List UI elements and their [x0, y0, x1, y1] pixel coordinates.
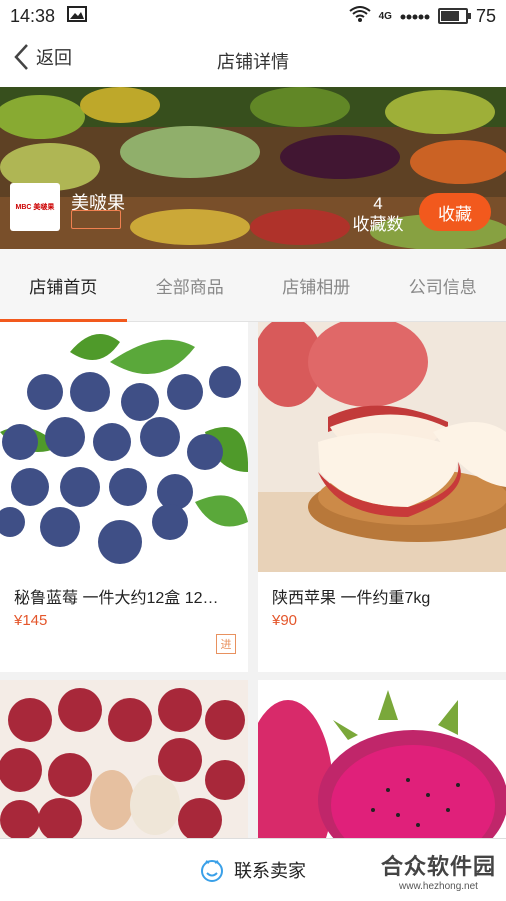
watermark-url: www.hezhong.net: [381, 881, 496, 892]
watermark: 合众软件园 www.hezhong.net: [381, 849, 496, 892]
grapes-image: [0, 680, 248, 840]
product-card[interactable]: [0, 680, 248, 840]
status-bar: 14:38 4G 75: [0, 0, 506, 32]
favorites-counter: 4 收藏数: [346, 193, 410, 235]
chat-smile-icon: [200, 857, 224, 883]
contact-seller-label: 联系卖家: [234, 857, 306, 883]
tab-all-products[interactable]: 全部商品: [127, 249, 254, 321]
bottom-bar: 联系卖家 合众软件园 www.hezhong.net: [0, 838, 506, 901]
status-time: 14:38: [10, 6, 55, 27]
signal-icon: [400, 6, 430, 27]
contact-seller-button[interactable]: 联系卖家: [200, 857, 306, 883]
product-name: 陕西苹果 一件约重7kg: [272, 584, 494, 608]
product-price: ¥90: [272, 612, 297, 629]
tab-shop-home[interactable]: 店铺首页: [0, 249, 127, 321]
favorite-button[interactable]: 收藏: [419, 193, 491, 231]
tab-shop-album[interactable]: 店铺相册: [253, 249, 380, 321]
gallery-icon: [67, 6, 87, 27]
navigation-bar: 返回 店铺详情: [0, 32, 506, 88]
battery-percent: 75: [476, 6, 496, 27]
tab-company-info[interactable]: 公司信息: [380, 249, 506, 321]
dragon-fruit-image: [258, 680, 506, 840]
watermark-title: 合众软件园: [381, 849, 496, 881]
product-price: ¥145: [14, 612, 47, 629]
product-card[interactable]: 陕西苹果 一件约重7kg ¥90: [258, 322, 506, 672]
product-card[interactable]: [258, 680, 506, 840]
favorites-count: 4: [346, 193, 410, 214]
product-tag: 进: [216, 634, 236, 654]
wifi-icon: [349, 6, 371, 27]
blueberries-image: [0, 322, 248, 572]
shop-badge: [71, 210, 121, 229]
favorites-label: 收藏数: [346, 214, 410, 235]
network-label: 4G: [379, 11, 392, 22]
shop-banner: MBC 美啵果 美啵果 4 收藏数 收藏: [0, 87, 506, 249]
product-card[interactable]: 秘鲁蓝莓 一件大约12盒 12… ¥145 进: [0, 322, 248, 672]
page-title: 店铺详情: [0, 48, 506, 74]
shop-tabs: 店铺首页 全部商品 店铺相册 公司信息: [0, 249, 506, 322]
battery-icon: [438, 8, 468, 24]
shop-logo: MBC 美啵果: [10, 183, 60, 231]
apples-image: [258, 322, 506, 572]
product-name: 秘鲁蓝莓 一件大约12盒 12…: [14, 584, 236, 608]
